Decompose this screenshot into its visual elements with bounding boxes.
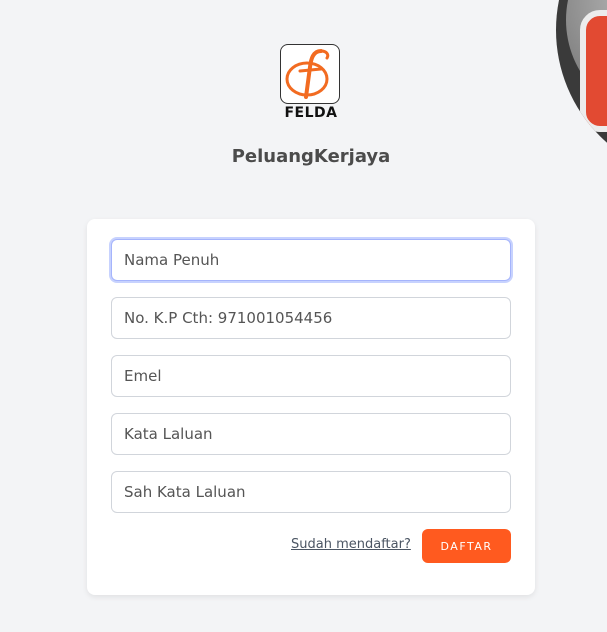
logo-text: FELDA [284,105,338,121]
felda-logo: FELDA [280,44,342,122]
register-button[interactable]: DAFTAR [422,529,511,563]
full-name-input[interactable] [111,239,511,281]
password-input[interactable] [111,413,511,455]
already-registered-link[interactable]: Sudah mendaftar? [291,537,411,552]
ic-number-input[interactable] [111,297,511,339]
decorative-photo-accent [580,10,607,132]
register-page: FELDA PeluangKerjaya Sudah mendaftar? DA… [0,0,607,632]
email-input[interactable] [111,355,511,397]
confirm-password-input[interactable] [111,471,511,513]
felda-f-icon [285,49,330,99]
register-form-card: Sudah mendaftar? DAFTAR [87,219,535,595]
page-title: PeluangKerjaya [231,146,391,167]
logo-mark [280,44,340,104]
